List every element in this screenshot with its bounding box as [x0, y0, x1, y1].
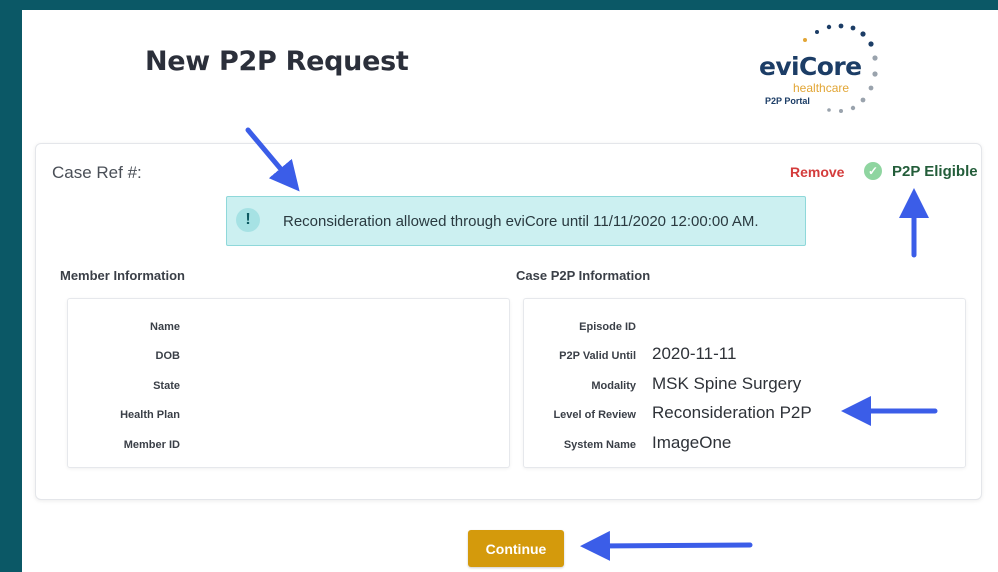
arrow-to-alert-icon	[245, 127, 300, 192]
arrow-to-continue-icon	[580, 530, 753, 561]
annotation-arrows	[245, 127, 938, 561]
